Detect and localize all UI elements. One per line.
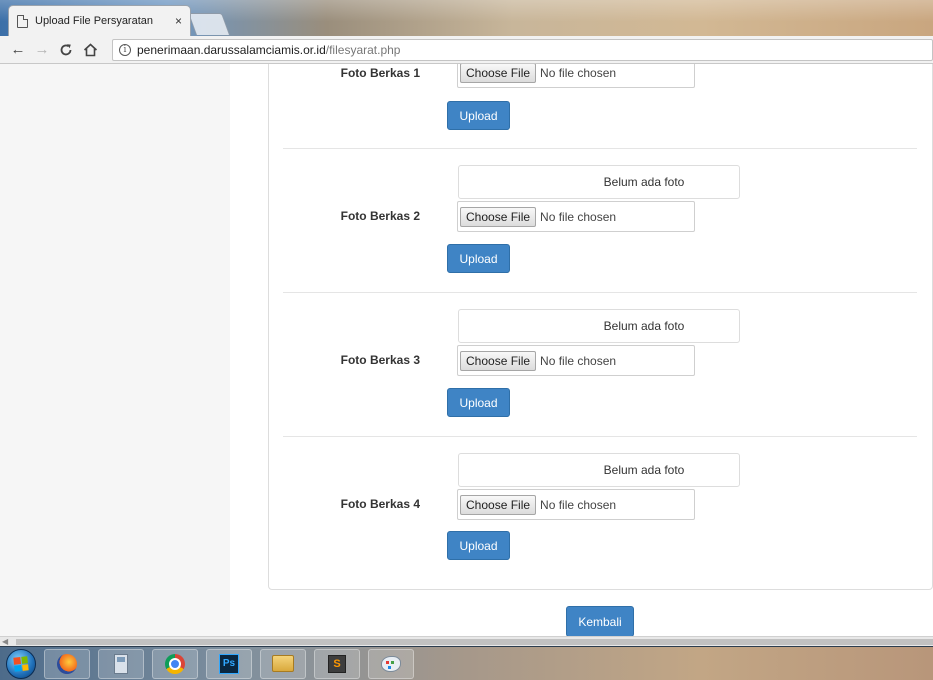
taskbar-sublime[interactable]: S [314,648,360,679]
left-margin [0,64,230,636]
taskbar-calculator[interactable] [98,648,144,679]
taskbar-folder[interactable] [260,648,306,679]
address-bar[interactable]: i penerimaan.darussalamciamis.or.id/file… [112,38,933,61]
firefox-icon [57,653,77,674]
url-path: /filesyarat.php [325,42,401,57]
url-host: penerimaan.darussalamciamis.or.id [137,42,326,57]
upload-button-berkas-3[interactable]: Upload [447,388,510,417]
page-icon [17,14,28,28]
file-status: No file chosen [540,65,617,80]
file-input-berkas-3[interactable]: Choose File No file chosen [457,345,695,376]
divider [283,148,917,149]
file-status: No file chosen [540,497,617,512]
divider [283,436,917,437]
file-status: No file chosen [540,209,617,224]
chrome-icon [165,653,185,674]
back-button[interactable]: Kembali [566,606,634,636]
scrollbar-thumb[interactable] [16,639,933,645]
choose-file-button[interactable]: Choose File [460,494,537,515]
browser-tab-strip: Upload File Persyaratan × [0,0,933,36]
field-label-berkas-2: Foto Berkas 2 [340,209,420,223]
photo-preview-berkas-4: Belum ada foto [458,453,740,487]
choose-file-button[interactable]: Choose File [460,64,537,83]
divider [283,292,917,293]
taskbar-chrome[interactable] [152,648,198,679]
file-input-berkas-4[interactable]: Choose File No file chosen [457,489,695,520]
info-icon[interactable]: i [119,43,131,56]
tab-title: Upload File Persyaratan [35,15,154,27]
new-tab-button[interactable] [187,13,231,35]
calculator-icon [114,653,128,674]
choose-file-button[interactable]: Choose File [460,206,537,227]
forward-arrow-icon[interactable]: → [32,39,52,61]
scroll-left-icon[interactable]: ◀ [2,637,8,646]
upload-button-berkas-1[interactable]: Upload [447,101,510,130]
paint-icon [381,655,401,672]
preview-text: Belum ada foto [603,175,685,189]
page-viewport: Foto Berkas 1 Choose File No file chosen… [0,64,933,636]
file-status: No file chosen [540,353,617,368]
taskbar-paint[interactable] [368,648,414,679]
browser-tab[interactable]: Upload File Persyaratan × [8,5,191,36]
photoshop-icon: Ps [219,653,239,674]
field-label-berkas-3: Foto Berkas 3 [340,353,420,367]
field-label-berkas-1: Foto Berkas 1 [340,66,420,80]
sublime-text-icon: S [328,654,346,673]
file-input-berkas-1[interactable]: Choose File No file chosen [457,64,695,88]
start-button[interactable] [6,648,36,679]
reload-icon[interactable] [56,39,76,61]
windows-logo-icon [13,655,29,672]
taskbar-photoshop[interactable]: Ps [206,648,252,679]
close-icon[interactable]: × [175,14,182,28]
upload-button-berkas-4[interactable]: Upload [447,531,510,560]
folder-icon [272,655,294,672]
taskbar-firefox[interactable] [44,648,90,679]
home-icon[interactable] [80,39,100,61]
preview-text: Belum ada foto [603,463,685,477]
photo-preview-berkas-2: Belum ada foto [458,165,740,199]
upload-button-berkas-2[interactable]: Upload [447,244,510,273]
choose-file-button[interactable]: Choose File [460,350,537,371]
field-label-berkas-4: Foto Berkas 4 [340,497,420,511]
file-input-berkas-2[interactable]: Choose File No file chosen [457,201,695,232]
preview-text: Belum ada foto [603,319,685,333]
back-arrow-icon[interactable]: ← [8,39,28,61]
browser-toolbar: ← → i penerimaan.darussalamciamis.or.id /… [0,36,933,64]
taskbar: Ps S [0,646,933,680]
photo-preview-berkas-3: Belum ada foto [458,309,740,343]
horizontal-scrollbar[interactable]: ◀ [0,636,933,646]
